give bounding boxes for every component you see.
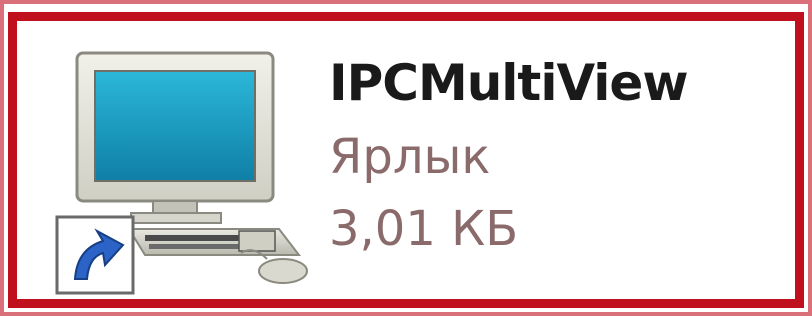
file-details: IPCMultiView Ярлык 3,01 КБ — [329, 49, 799, 259]
computer-shortcut-icon — [53, 49, 323, 299]
file-size: 3,01 КБ — [329, 201, 519, 257]
file-type: Ярлык — [329, 129, 491, 185]
highlight-frame: IPCMultiView Ярлык 3,01 КБ — [0, 0, 812, 316]
shortcut-arrow-icon — [55, 215, 135, 295]
monitor-shape — [75, 51, 275, 224]
keyboard-shape — [127, 228, 302, 256]
file-name: IPCMultiView — [329, 54, 689, 112]
file-item[interactable]: IPCMultiView Ярлык 3,01 КБ — [8, 12, 804, 308]
